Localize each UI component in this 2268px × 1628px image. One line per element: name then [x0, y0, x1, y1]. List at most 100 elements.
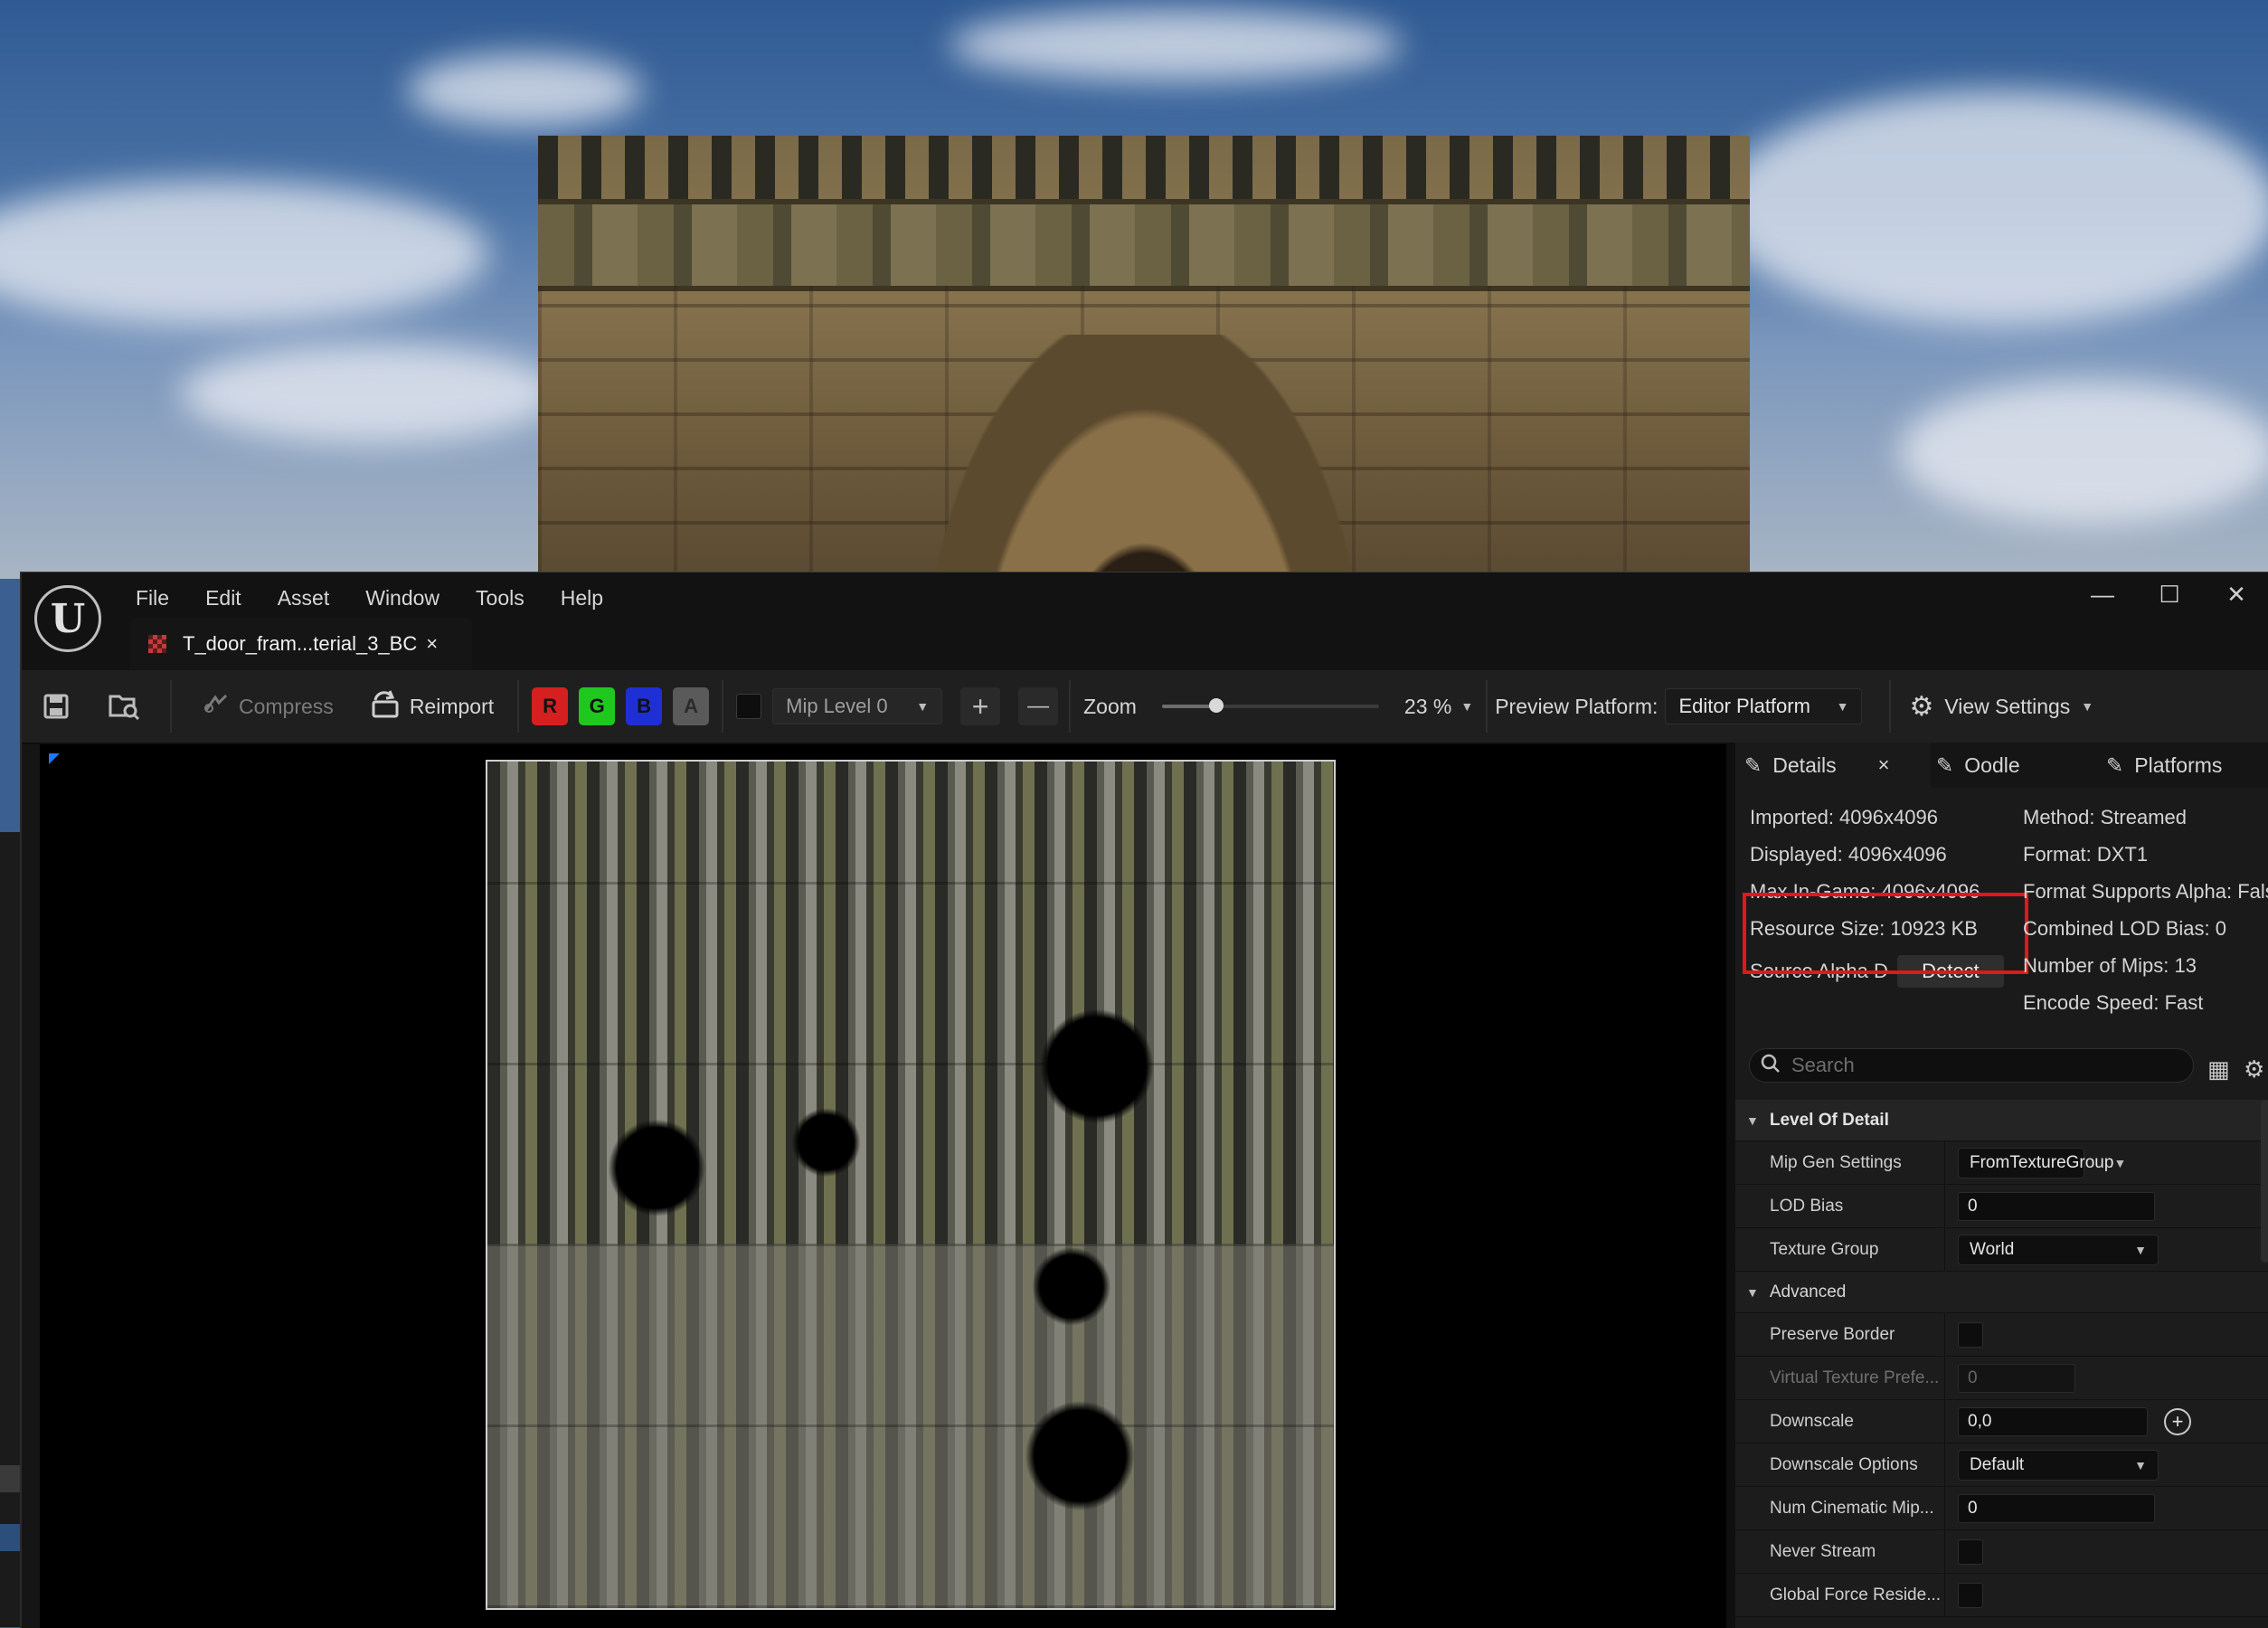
- save-icon[interactable]: [38, 688, 74, 724]
- texture-asset-icon: [148, 635, 166, 653]
- preserve-border-checkbox[interactable]: [1958, 1321, 1983, 1348]
- mip-level-dropdown[interactable]: Mip Level 0 ▼: [772, 688, 943, 724]
- tab-details-label: Details: [1772, 752, 1837, 777]
- row-lod-bias: LOD Bias 0: [1735, 1185, 2268, 1228]
- chevron-down-icon: ▼: [1460, 699, 1474, 714]
- menu-help[interactable]: Help: [543, 582, 621, 614]
- expand-arrow-icon: ▼: [1746, 1284, 1759, 1300]
- texture-viewport[interactable]: [40, 744, 1731, 1628]
- section-level-of-detail[interactable]: ▼ Level Of Detail: [1735, 1100, 2268, 1141]
- mip-level-checkbox[interactable]: [736, 694, 762, 719]
- gear-icon: ⚙: [1909, 691, 1934, 722]
- view-settings-button[interactable]: ⚙ View Settings ▼: [1909, 691, 2093, 723]
- downscale-options-label: Downscale Options: [1735, 1443, 1945, 1486]
- viewport-corner-marker: [49, 753, 60, 764]
- expand-arrow-icon: ▼: [1746, 1112, 1759, 1128]
- texture-editor-window: U File Edit Asset Window Tools Help — ☐ …: [20, 572, 2268, 1628]
- details-scrollbar[interactable]: [2261, 1100, 2268, 1263]
- texture-preview-image: [486, 760, 1336, 1610]
- chevron-down-icon: ▼: [2134, 1242, 2147, 1257]
- number-of-mips: Number of Mips: 13: [2023, 954, 2197, 977]
- channel-r-toggle[interactable]: R: [532, 687, 569, 725]
- downscale-label: Downscale: [1735, 1400, 1945, 1443]
- close-tab-icon[interactable]: ×: [426, 632, 438, 656]
- menu-tools[interactable]: Tools: [458, 582, 543, 614]
- menu-file[interactable]: File: [128, 582, 187, 614]
- zoom-value: 23 %: [1403, 694, 1452, 718]
- tab-platforms[interactable]: ✎ Platforms: [2106, 743, 2222, 788]
- toolbar-separator: [170, 680, 172, 733]
- mip-increase-button[interactable]: +: [960, 687, 1001, 725]
- row-texture-group: Texture Group World ▼: [1735, 1228, 2268, 1272]
- background-app-edge: [0, 832, 20, 1627]
- mip-decrease-button[interactable]: —: [1018, 687, 1059, 725]
- mip-gen-settings-dropdown[interactable]: FromTextureGroup ▼: [1958, 1147, 2126, 1178]
- compress-button[interactable]: Compress: [190, 692, 346, 721]
- maximize-button[interactable]: ☐: [2136, 573, 2203, 616]
- texture-info-right: Method: Streamed Format: DXT1 Format Sup…: [2023, 799, 2268, 1021]
- search-icon: [1761, 1054, 1781, 1078]
- menu-window[interactable]: Window: [347, 582, 458, 614]
- row-never-stream: Never Stream: [1735, 1530, 2268, 1574]
- close-window-button[interactable]: ✕: [2203, 573, 2268, 616]
- zoom-slider-knob[interactable]: [1208, 698, 1224, 713]
- chevron-down-icon: ▼: [1836, 699, 1849, 714]
- zoom-value-dropdown[interactable]: 23 % ▼: [1404, 695, 1473, 719]
- global-force-resident-checkbox[interactable]: [1958, 1582, 1983, 1608]
- details-search-box[interactable]: [1749, 1048, 2194, 1083]
- close-details-icon[interactable]: ×: [1878, 753, 1890, 777]
- texture-group-dropdown[interactable]: World ▼: [1958, 1234, 2159, 1265]
- format: Format: DXT1: [2023, 843, 2149, 866]
- downscale-options-value: Default: [1970, 1454, 2025, 1474]
- section-advanced[interactable]: ▼ Advanced: [1735, 1272, 2268, 1313]
- never-stream-checkbox[interactable]: [1958, 1538, 1983, 1565]
- channel-a-toggle[interactable]: A: [673, 687, 710, 725]
- channel-b-toggle[interactable]: B: [626, 687, 663, 725]
- zoom-slider[interactable]: [1161, 698, 1379, 713]
- toolbar-separator: [1069, 680, 1072, 733]
- tab-details[interactable]: ✎ Details ×: [1735, 743, 1931, 788]
- preview-platform-dropdown[interactable]: Editor Platform ▼: [1665, 688, 1863, 724]
- chevron-down-icon: ▼: [2113, 1155, 2127, 1170]
- toolbar: Compress Reimport R G B A Mip Level 0 ▼ …: [22, 670, 2268, 744]
- mip-gen-settings-label: Mip Gen Settings: [1735, 1141, 1945, 1184]
- details-pencil-icon: ✎: [1744, 752, 1762, 777]
- menu-edit[interactable]: Edit: [187, 582, 260, 614]
- num-cinematic-mips-input[interactable]: 0: [1958, 1493, 2155, 1523]
- method: Method: Streamed: [2023, 806, 2187, 828]
- channel-g-toggle[interactable]: G: [579, 687, 616, 725]
- mip-gen-settings-value: FromTextureGroup: [1970, 1152, 2114, 1172]
- compress-label: Compress: [239, 694, 334, 718]
- toolbar-separator: [722, 680, 724, 733]
- document-tab-label: T_door_fram...terial_3_BC: [183, 632, 418, 655]
- document-tab[interactable]: T_door_fram...terial_3_BC ×: [130, 618, 472, 670]
- minimize-button[interactable]: —: [2069, 573, 2136, 616]
- unreal-logo-icon[interactable]: U: [34, 585, 101, 652]
- combined-lod-bias: Combined LOD Bias: 0: [2023, 917, 2226, 940]
- tab-oodle[interactable]: ✎ Oodle: [1936, 743, 2020, 788]
- panel-tab-bar: ✎ Details × ✎ Oodle ✎ Platforms: [1735, 743, 2268, 788]
- num-cinematic-mips-label: Num Cinematic Mip...: [1735, 1487, 1945, 1529]
- add-platform-override-icon[interactable]: +: [2164, 1407, 2191, 1435]
- oodle-pencil-icon: ✎: [1936, 752, 1954, 777]
- search-input[interactable]: [1790, 1053, 2173, 1078]
- row-downscale: Downscale 0,0 +: [1735, 1400, 2268, 1443]
- reimport-button[interactable]: Reimport: [357, 689, 506, 724]
- preview-platform-value: Editor Platform: [1678, 695, 1810, 717]
- virtual-texture-prefetch-input: 0: [1958, 1363, 2075, 1393]
- table-view-icon[interactable]: ▦: [2207, 1055, 2230, 1084]
- window-controls: — ☐ ✕: [2069, 573, 2268, 616]
- lod-bias-input[interactable]: 0: [1958, 1191, 2155, 1221]
- downscale-options-dropdown[interactable]: Default ▼: [1958, 1449, 2159, 1481]
- texture-group-value: World: [1970, 1239, 2015, 1259]
- browse-asset-icon[interactable]: [107, 688, 143, 724]
- menu-asset[interactable]: Asset: [260, 582, 348, 614]
- reimport-label: Reimport: [409, 694, 495, 718]
- tab-platforms-label: Platforms: [2134, 752, 2223, 777]
- chevron-down-icon: ▼: [2134, 1457, 2147, 1472]
- toolbar-separator: [1889, 680, 1892, 733]
- mip-level-value: Mip Level 0: [786, 695, 888, 717]
- section-advanced-label: Advanced: [1769, 1282, 1847, 1301]
- panel-settings-gear-icon[interactable]: ⚙: [2244, 1055, 2264, 1084]
- downscale-input[interactable]: 0,0: [1958, 1406, 2148, 1436]
